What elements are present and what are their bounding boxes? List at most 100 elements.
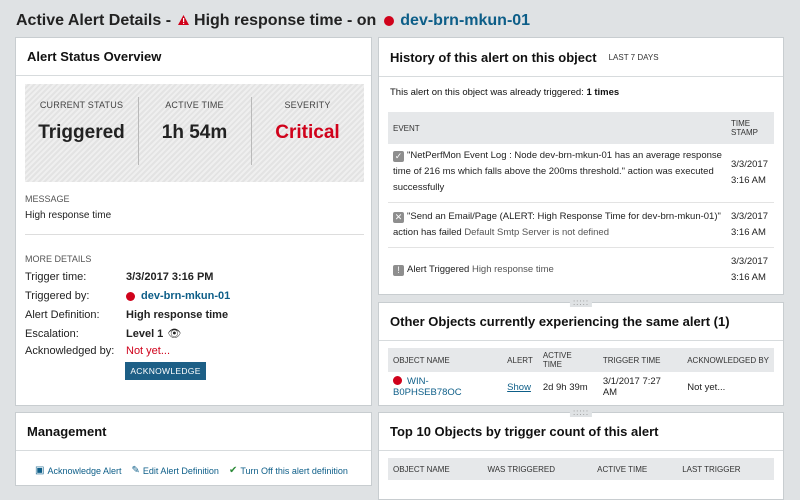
- severity: SEVERITY Critical: [251, 84, 364, 182]
- exclamation-icon: !: [393, 265, 404, 276]
- management-panel: Management ▣ Acknowledge Alert ✎ Edit Al…: [15, 412, 372, 486]
- event-date: 3/3/2017: [731, 159, 768, 170]
- triggered-by-row: Triggered by: dev-brn-mkun-01: [25, 290, 365, 302]
- history-panel: History of this alert on this object LAS…: [378, 37, 784, 295]
- panel-title: History of this alert on this object: [390, 49, 597, 65]
- table-header: OBJECT NAME ALERT ACTIVE TIME TRIGGER TI…: [388, 348, 774, 372]
- x-icon: ✕: [393, 212, 404, 223]
- table-row: ! Alert Triggered High response time 3/3/…: [388, 248, 774, 293]
- alert-name: High response time - on: [194, 12, 377, 29]
- alert-status-overview-panel: Alert Status Overview CURRENT STATUS Tri…: [15, 37, 372, 406]
- event-detail: Default Smtp Server is not defined: [464, 227, 609, 238]
- edit-alert-definition-link[interactable]: ✎ Edit Alert Definition: [132, 465, 219, 476]
- panel-title: Other Objects currently experiencing the…: [379, 303, 783, 341]
- history-summary: This alert on this object was already tr…: [390, 87, 619, 98]
- trigger-count: 1 times: [586, 87, 620, 98]
- panel-title: Alert Status Overview: [16, 38, 371, 76]
- event-date: 3/3/2017: [731, 256, 768, 267]
- current-status-value: Triggered: [38, 122, 125, 143]
- message-label: MESSAGE: [25, 194, 70, 204]
- escalation-value: Level 1: [126, 327, 164, 340]
- history-summary-text: This alert on this object was already tr…: [390, 87, 584, 98]
- acknowledged-value: Not yet...: [126, 345, 171, 357]
- active-time: ACTIVE TIME 1h 54m: [138, 84, 251, 182]
- acknowledge-icon: ▣: [35, 465, 45, 476]
- triggered-by-link[interactable]: dev-brn-mkun-01: [141, 290, 230, 302]
- col-object-name: OBJECT NAME: [393, 355, 450, 365]
- severity-value: Critical: [275, 122, 340, 143]
- col-active-time: ACTIVE TIME: [597, 464, 648, 474]
- current-status-label: CURRENT STATUS: [39, 100, 124, 110]
- current-status: CURRENT STATUS Triggered: [25, 84, 138, 182]
- table-header: OBJECT NAME WAS TRIGGERED ACTIVE TIME LA…: [388, 458, 774, 480]
- edit-alert-definition-label[interactable]: Edit Alert Definition: [143, 466, 219, 476]
- top10-panel: ::::: Top 10 Objects by trigger count of…: [378, 409, 784, 500]
- escalation-row: Escalation: Level 1 👁: [25, 327, 365, 341]
- escalation-label: Escalation:: [25, 327, 79, 340]
- eye-icon[interactable]: 👁: [167, 327, 181, 340]
- col-active-time: ACTIVE TIME: [542, 351, 572, 369]
- pencil-icon: ✎: [131, 465, 140, 476]
- alert-definition-label: Alert Definition:: [25, 309, 100, 321]
- table-row: ✓ "NetPerfMon Event Log : Node dev-brn-mk…: [388, 144, 774, 203]
- acknowledged-cell: Not yet...: [687, 381, 726, 393]
- object-link[interactable]: dev-brn-mkun-01: [400, 12, 530, 30]
- page-title-prefix: Active Alert Details -: [16, 12, 172, 29]
- turn-off-icon: ✔: [228, 465, 238, 476]
- event-date: 3/3/2017: [731, 211, 768, 222]
- turn-off-alert-link[interactable]: ✔ Turn Off this alert definition: [229, 465, 348, 476]
- col-event: EVENT: [393, 123, 420, 133]
- panel-title: Top 10 Objects by trigger count of this …: [379, 413, 783, 451]
- other-objects-table: OBJECT NAME ALERT ACTIVE TIME TRIGGER TI…: [388, 348, 774, 402]
- acknowledge-alert-link[interactable]: ▣ Acknowledge Alert: [35, 465, 122, 476]
- check-icon: ✓: [393, 151, 404, 162]
- trigger-time-cell: 3/1/2017 7:27 AM: [602, 376, 661, 398]
- acknowledge-button[interactable]: ACKNOWLEDGE: [125, 362, 206, 380]
- active-time-cell: 2d 9h 39m: [542, 381, 588, 393]
- page-title: Active Alert Details - High response tim…: [16, 9, 530, 33]
- alert-definition-value: High response time: [126, 309, 229, 321]
- acknowledged-label: Acknowledged by:: [25, 345, 115, 357]
- event-text: "NetPerfMon Event Log : Node dev-brn-mku…: [393, 150, 722, 193]
- show-alert-link[interactable]: Show: [507, 382, 531, 393]
- event-time: 3:16 AM: [731, 175, 766, 186]
- turn-off-alert-label[interactable]: Turn Off this alert definition: [240, 466, 348, 476]
- col-alert: ALERT: [507, 355, 533, 365]
- alert-definition-row: Alert Definition: High response time: [25, 309, 365, 321]
- table-header: EVENT TIME STAMP: [388, 112, 774, 144]
- object-link[interactable]: WIN-B0PHSEB78OC: [393, 376, 462, 398]
- status-down-icon: [393, 376, 402, 385]
- other-objects-panel: ::::: Other Objects currently experienci…: [378, 299, 784, 406]
- more-details-label: MORE DETAILS: [25, 254, 92, 264]
- triggered-by-label: Triggered by:: [25, 290, 90, 302]
- trigger-time-row: Trigger time: 3/3/2017 3:16 PM: [25, 271, 365, 283]
- trigger-time-value: 3/3/2017 3:16 PM: [126, 271, 214, 283]
- trigger-time-label: Trigger time:: [25, 271, 87, 283]
- col-was-triggered: WAS TRIGGERED: [487, 464, 555, 474]
- status-down-icon: [384, 16, 395, 26]
- panel-title: Management: [16, 413, 371, 451]
- col-acknowledged-by: ACKNOWLEDGED BY: [687, 355, 770, 365]
- event-time: 3:16 AM: [731, 227, 766, 238]
- period-badge: LAST 7 DAYS: [608, 52, 659, 62]
- col-trigger-time: TRIGGER TIME: [602, 355, 661, 365]
- col-object-name: OBJECT NAME: [393, 464, 450, 474]
- history-title-bar: History of this alert on this object LAS…: [379, 38, 783, 77]
- drag-handle-icon[interactable]: :::::: [569, 409, 593, 417]
- severity-label: SEVERITY: [284, 100, 331, 110]
- table-row: WIN-B0PHSEB78OC Show 2d 9h 39m 3/1/2017 …: [388, 372, 774, 402]
- event-detail: High response time: [471, 264, 554, 275]
- active-time-label: ACTIVE TIME: [165, 100, 224, 110]
- col-last-trigger: LAST TRIGGER: [682, 464, 741, 474]
- warning-triangle-icon: [178, 12, 190, 30]
- divider: [25, 234, 364, 235]
- status-summary: CURRENT STATUS Triggered ACTIVE TIME 1h …: [25, 84, 364, 182]
- acknowledge-alert-label[interactable]: Acknowledge Alert: [47, 466, 121, 476]
- col-timestamp: TIME STAMP: [731, 119, 758, 137]
- event-time: 3:16 AM: [731, 272, 766, 283]
- top10-table: OBJECT NAME WAS TRIGGERED ACTIVE TIME LA…: [388, 458, 774, 480]
- acknowledged-row: Acknowledged by: Not yet...: [25, 345, 365, 357]
- drag-handle-icon[interactable]: :::::: [569, 299, 593, 307]
- message-value: High response time: [25, 210, 112, 221]
- active-time-value: 1h 54m: [161, 122, 228, 143]
